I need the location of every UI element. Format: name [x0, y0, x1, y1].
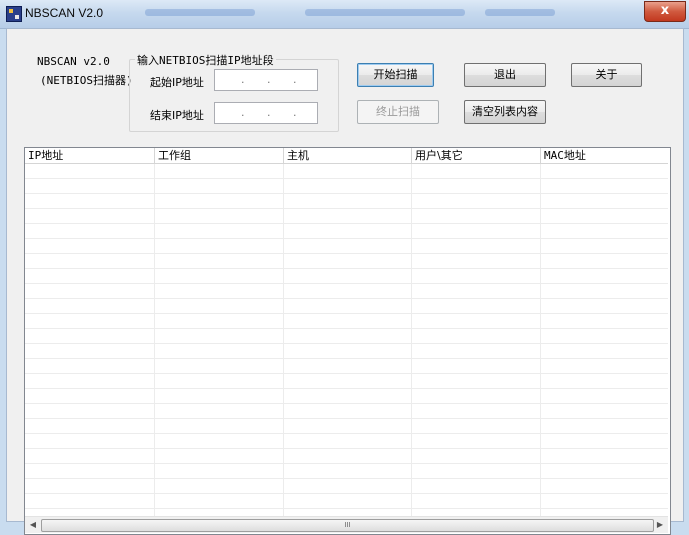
column-divider	[540, 164, 541, 516]
scroll-right-arrow-icon[interactable]: ▶	[652, 517, 668, 533]
column-divider	[283, 164, 284, 516]
start-ip-input[interactable]: . . .	[214, 69, 318, 91]
exit-button[interactable]: 退出	[464, 63, 546, 87]
ip-dot: .	[267, 73, 271, 86]
blurred-title-region	[305, 9, 465, 16]
results-list[interactable]: IP地址 工作组 主机 用户\其它 MAC地址 ◀ III ▶	[24, 147, 671, 535]
column-header-user-other[interactable]: 用户\其它	[412, 148, 541, 163]
horizontal-scrollbar[interactable]: ◀ III ▶	[25, 516, 668, 533]
ip-dot: .	[241, 73, 245, 86]
start-ip-label: 起始IP地址	[150, 76, 204, 89]
column-header-host[interactable]: 主机	[284, 148, 412, 163]
about-button[interactable]: 关于	[571, 63, 642, 87]
ip-dot: .	[267, 106, 271, 119]
scroll-left-arrow-icon[interactable]: ◀	[25, 517, 41, 533]
end-ip-label: 结束IP地址	[150, 109, 204, 122]
close-button[interactable]: x	[644, 1, 686, 22]
ip-dot: .	[241, 106, 245, 119]
column-header-workgroup[interactable]: 工作组	[155, 148, 284, 163]
ip-dot: .	[293, 73, 297, 86]
app-name-label: NBSCAN v2.0	[37, 55, 110, 68]
app-subtitle-label: (NETBIOS扫描器)	[40, 74, 133, 87]
title-bar[interactable]: NBSCAN V2.0 x	[0, 0, 689, 29]
stop-scan-button[interactable]: 终止扫描	[357, 100, 439, 124]
clear-list-button[interactable]: 清空列表内容	[464, 100, 546, 124]
blurred-title-region	[485, 9, 555, 16]
ip-range-group-caption: 输入NETBIOS扫描IP地址段	[135, 52, 276, 68]
list-body[interactable]	[25, 164, 668, 516]
column-header-ip[interactable]: IP地址	[25, 148, 155, 163]
column-header-mac[interactable]: MAC地址	[541, 148, 668, 163]
start-scan-button[interactable]: 开始扫描	[357, 63, 434, 87]
main-window-client: NBSCAN v2.0 (NETBIOS扫描器) 输入NETBIOS扫描IP地址…	[6, 28, 684, 535]
ip-dot: .	[293, 106, 297, 119]
column-divider	[154, 164, 155, 516]
window-title: NBSCAN V2.0	[25, 6, 104, 20]
list-header: IP地址 工作组 主机 用户\其它 MAC地址	[25, 148, 668, 164]
app-icon	[6, 6, 22, 22]
column-divider	[411, 164, 412, 516]
blurred-title-region	[145, 9, 255, 16]
end-ip-input[interactable]: . . .	[214, 102, 318, 124]
